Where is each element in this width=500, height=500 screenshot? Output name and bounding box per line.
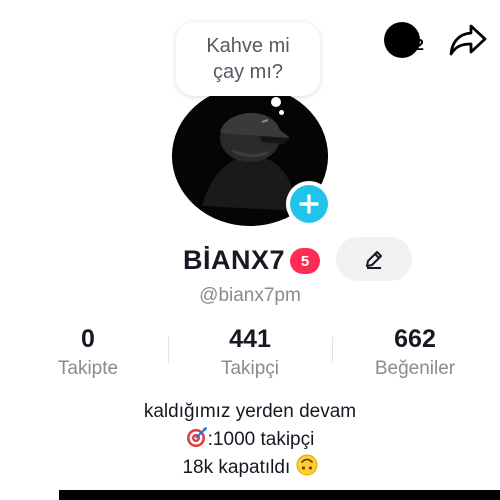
bio-line-2-text: :1000 takipçi (207, 429, 315, 450)
bottom-edge-bar (59, 490, 500, 500)
stat-followers-label: Takipçi (220, 358, 280, 379)
stat-likes-label: Beğeniler (374, 358, 456, 379)
stat-followers-value: 441 (229, 325, 271, 353)
bio-line-3-text: 18k kapatıldı (182, 457, 296, 478)
bio-line-2: :1000 takipçi (0, 426, 500, 454)
stat-likes-value: 662 (394, 325, 436, 353)
target-icon (186, 427, 207, 447)
notification-badge[interactable]: 5 (290, 248, 320, 274)
stat-following-label: Takipte (57, 358, 119, 379)
bio-line-1: kaldığımız yerden devam (143, 401, 357, 422)
profile-handle: @bianx7pm (199, 285, 301, 306)
add-story-button[interactable] (286, 181, 332, 227)
share-button[interactable] (446, 18, 490, 62)
profile-username: BİANX7 (183, 245, 286, 275)
bio-line-3: 18k kapatıldı (0, 454, 500, 482)
edit-profile-button[interactable] (336, 237, 412, 281)
stat-following-value: 0 (81, 325, 95, 353)
note-bubble[interactable]: Kahve mi çay mı? (176, 22, 320, 96)
note-line-2: çay mı? (212, 61, 284, 83)
pencil-icon (366, 251, 382, 269)
upside-down-face-icon (296, 454, 318, 476)
note-line-1: Kahve mi (206, 35, 290, 57)
bubble-tail-dot (279, 110, 284, 115)
stat-followers[interactable]: 441 Takipçi (167, 324, 333, 382)
stat-likes[interactable]: 662 Beğeniler (332, 324, 498, 382)
bubble-tail (271, 97, 281, 107)
stat-following[interactable]: 0 Takipte (5, 324, 171, 382)
plus-icon (299, 194, 319, 214)
account-count-badge: 2 (415, 37, 424, 54)
share-arrow-icon (449, 24, 487, 56)
